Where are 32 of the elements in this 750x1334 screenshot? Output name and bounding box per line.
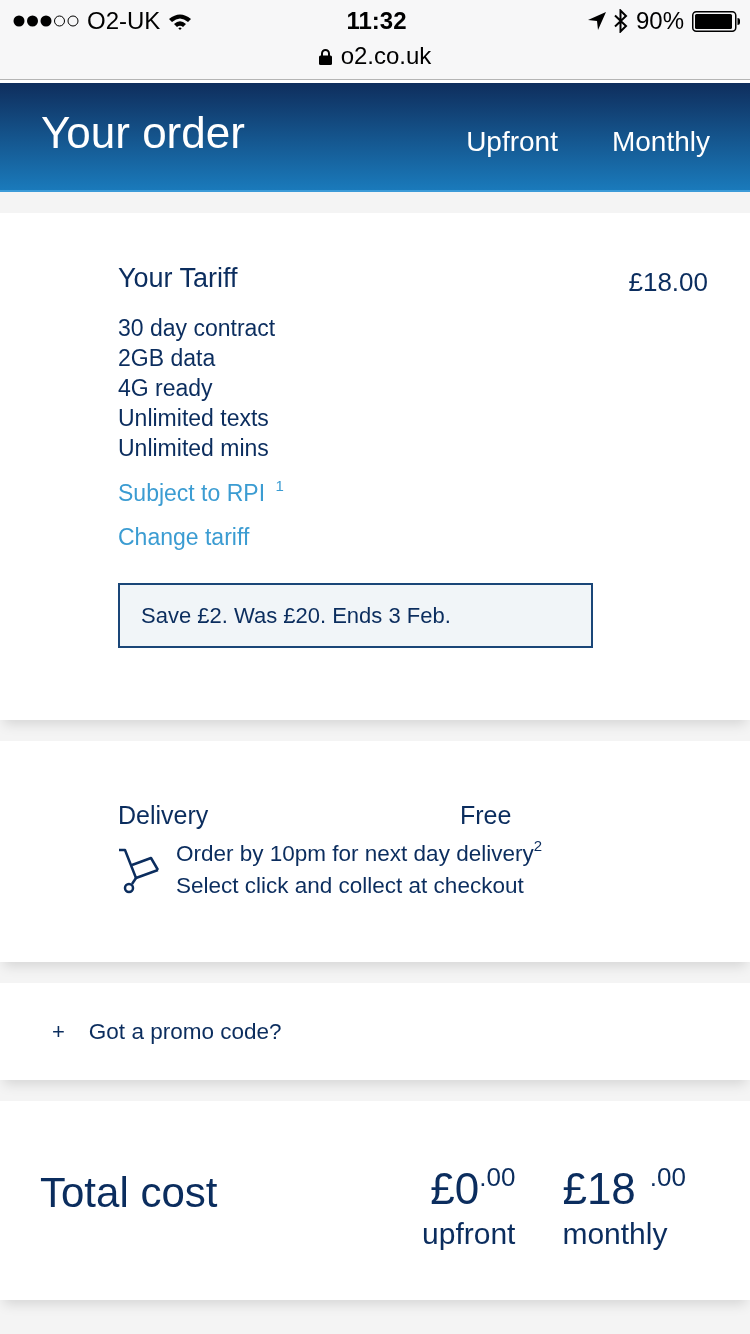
trolley-icon xyxy=(118,848,160,894)
delivery-price: Free xyxy=(460,800,512,831)
tariff-feature: Unlimited mins xyxy=(118,434,269,463)
page-title: Your order xyxy=(41,107,245,158)
bluetooth-icon xyxy=(613,9,628,33)
total-price: £0$^{.00}$ xyxy=(430,1161,516,1215)
total-label: Total cost xyxy=(40,1168,218,1218)
column-heading: Upfront xyxy=(466,125,558,158)
promo-code-toggle[interactable]: + Got a promo code? xyxy=(52,1018,282,1045)
location-arrow-icon xyxy=(587,12,606,30)
price-period: monthly xyxy=(562,1217,668,1251)
delivery-info-line: Select click and collect at checkout xyxy=(176,872,524,900)
column-heading: Monthly xyxy=(611,125,710,158)
signal-icon xyxy=(13,15,79,27)
lock-icon xyxy=(318,47,332,65)
delivery-label: Delivery xyxy=(118,800,209,831)
clock-time: 11:32 xyxy=(346,7,407,35)
tariff-feature: 2GB data xyxy=(118,344,216,373)
tariff-feature: 4G ready xyxy=(118,374,213,403)
battery-icon xyxy=(692,10,740,32)
total-price: £18 $^{.00}$ xyxy=(562,1161,686,1215)
tariff-feature: Unlimited texts xyxy=(118,404,269,433)
address-url[interactable]: o2.co.uk xyxy=(340,42,432,70)
tariff-feature: 30 day contract xyxy=(118,314,276,343)
tariff-title: Your Tariff xyxy=(118,262,238,295)
price-period: upfront xyxy=(422,1217,516,1251)
carrier-name: O2-UK xyxy=(87,7,161,35)
wifi-icon xyxy=(168,12,193,30)
battery-percentage: 90% xyxy=(635,7,684,35)
offer-banner: Save £2. Was £20. Ends 3 Feb. xyxy=(118,583,593,648)
delivery-info-line: Order by 10pm for next day delivery$^{2}$ xyxy=(176,838,542,868)
tariff-price: £18.00 xyxy=(628,266,708,299)
